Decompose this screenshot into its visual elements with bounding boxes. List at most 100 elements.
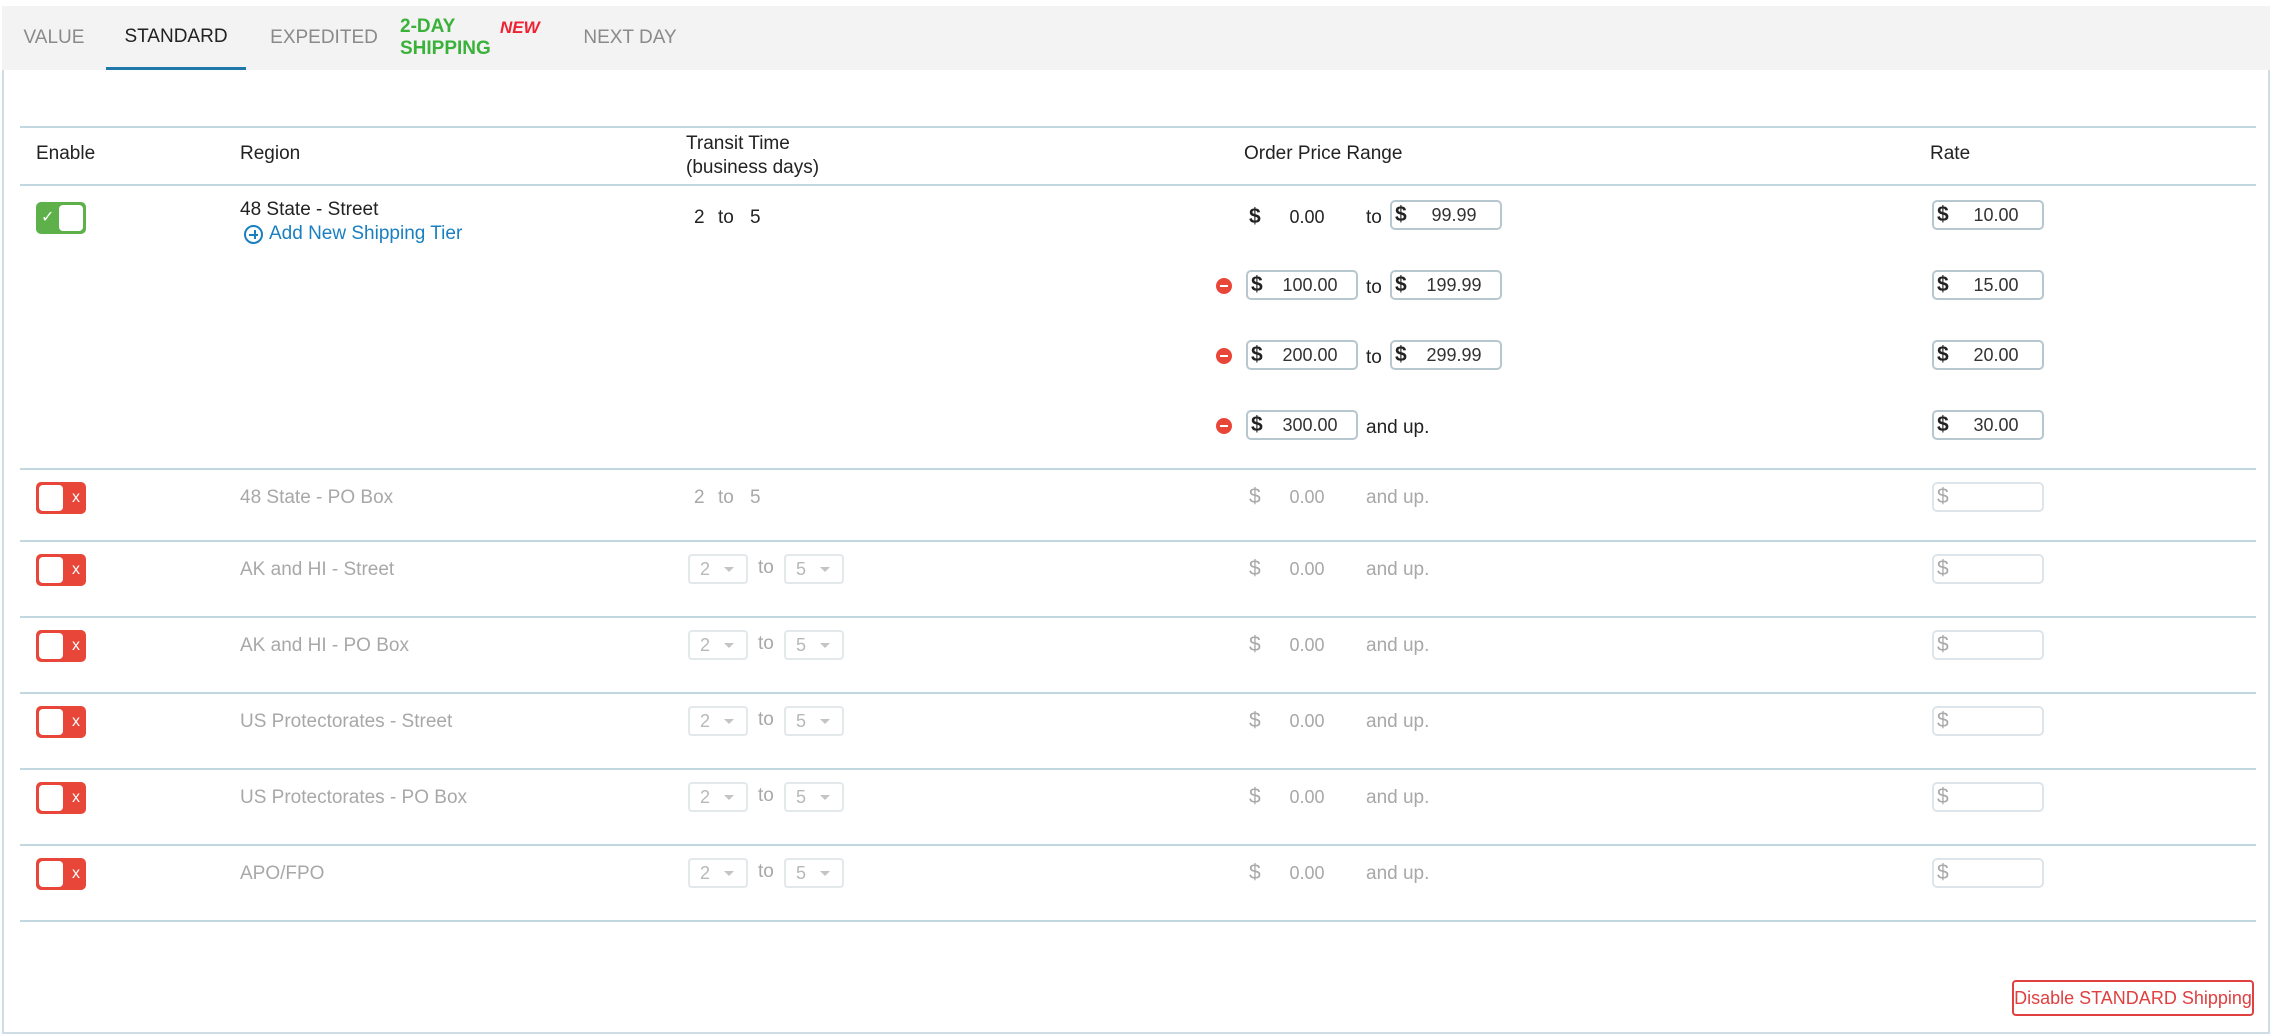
chevron-down-icon bbox=[724, 719, 734, 724]
price-min-value: 0.00 bbox=[1289, 207, 1325, 227]
new-badge: NEW bbox=[500, 18, 540, 37]
transit-min-value: 2 bbox=[700, 635, 711, 655]
row-divider bbox=[20, 692, 2256, 694]
price-min-value: 0.00 bbox=[1289, 487, 1325, 507]
rate-input[interactable]: $ bbox=[1932, 482, 2044, 512]
transit-to: to bbox=[758, 633, 774, 654]
transit-min-select[interactable]: 2 bbox=[688, 782, 748, 812]
transit-max-value: 5 bbox=[796, 711, 807, 731]
rate-input[interactable]: $ 15.00 bbox=[1932, 270, 2044, 300]
tab-expedited[interactable]: EXPEDITED bbox=[252, 6, 396, 70]
region-name: 48 State - Street bbox=[240, 199, 379, 220]
enable-toggle[interactable]: x bbox=[36, 482, 86, 514]
price-min-value: 0.00 bbox=[1289, 863, 1325, 883]
transit-min-select[interactable]: 2 bbox=[688, 858, 748, 888]
price-min-value: 0.00 bbox=[1289, 711, 1325, 731]
price-min-input[interactable]: $ 300.00 bbox=[1246, 410, 1358, 440]
x-icon: x bbox=[72, 489, 80, 506]
tab-next-day[interactable]: NEXT DAY bbox=[572, 6, 688, 70]
column-header-transit: Transit Time (business days) bbox=[686, 132, 819, 180]
tab-2-day-shipping[interactable]: 2-DAY SHIPPING bbox=[400, 6, 550, 70]
transit-max: 5 bbox=[750, 207, 761, 228]
price-min-readonly: $ 0.00 bbox=[1244, 554, 1354, 584]
transit-header-line1: Transit Time bbox=[686, 133, 790, 154]
tab-standard[interactable]: STANDARD bbox=[106, 6, 246, 70]
enable-toggle[interactable]: x bbox=[36, 858, 86, 890]
chevron-down-icon bbox=[820, 567, 830, 572]
rate-input[interactable]: $ bbox=[1932, 858, 2044, 888]
toggle-knob bbox=[39, 633, 63, 659]
price-max-value: 199.99 bbox=[1426, 275, 1482, 295]
transit-max-value: 5 bbox=[796, 863, 807, 883]
check-icon: ✓ bbox=[41, 209, 55, 226]
price-max-input[interactable]: $ 99.99 bbox=[1390, 200, 1502, 230]
rate-input[interactable]: $ 30.00 bbox=[1932, 410, 2044, 440]
transit-min-select[interactable]: 2 bbox=[688, 554, 748, 584]
transit-max-select[interactable]: 5 bbox=[784, 782, 844, 812]
remove-tier-button[interactable] bbox=[1216, 278, 1232, 294]
transit-max-select[interactable]: 5 bbox=[784, 858, 844, 888]
region-name: US Protectorates - PO Box bbox=[240, 787, 468, 808]
price-min-input[interactable]: $ 100.00 bbox=[1246, 270, 1358, 300]
currency-symbol: $ bbox=[1937, 709, 1949, 732]
row-divider bbox=[20, 468, 2256, 470]
rate-input[interactable]: $ bbox=[1932, 706, 2044, 736]
row-divider bbox=[20, 768, 2256, 770]
enable-toggle[interactable]: ✓ bbox=[36, 202, 86, 234]
table-top-border bbox=[20, 126, 2256, 128]
transit-min: 2 bbox=[694, 207, 705, 228]
rate-input[interactable]: $ bbox=[1932, 554, 2044, 584]
price-min-value: 0.00 bbox=[1289, 559, 1325, 579]
enable-toggle[interactable]: x bbox=[36, 782, 86, 814]
x-icon: x bbox=[72, 561, 80, 578]
chevron-down-icon bbox=[820, 643, 830, 648]
remove-tier-button[interactable] bbox=[1216, 348, 1232, 364]
range-to: to bbox=[1366, 207, 1382, 228]
rate-input[interactable]: $ bbox=[1932, 630, 2044, 660]
transit-max-value: 5 bbox=[796, 559, 807, 579]
transit-to: to bbox=[758, 709, 774, 730]
remove-tier-button[interactable] bbox=[1216, 418, 1232, 434]
price-max-input[interactable]: $ 299.99 bbox=[1390, 340, 1502, 370]
rate-input[interactable]: $ 10.00 bbox=[1932, 200, 2044, 230]
enable-toggle[interactable]: x bbox=[36, 554, 86, 586]
enable-toggle[interactable]: x bbox=[36, 706, 86, 738]
transit-max-select[interactable]: 5 bbox=[784, 554, 844, 584]
transit-to: to bbox=[758, 861, 774, 882]
price-min-value: 100.00 bbox=[1282, 275, 1338, 295]
column-header-rate: Rate bbox=[1930, 143, 1971, 164]
price-max-input[interactable]: $ 199.99 bbox=[1390, 270, 1502, 300]
transit-max-select[interactable]: 5 bbox=[784, 630, 844, 660]
toggle-knob bbox=[39, 709, 63, 735]
tab-value[interactable]: VALUE bbox=[8, 6, 100, 70]
rate-input[interactable]: $ bbox=[1932, 782, 2044, 812]
price-min-value: 300.00 bbox=[1282, 415, 1338, 435]
transit-max-select[interactable]: 5 bbox=[784, 706, 844, 736]
rate-value: 15.00 bbox=[1973, 275, 2019, 295]
currency-symbol: $ bbox=[1937, 557, 1949, 580]
disable-standard-shipping-button[interactable]: Disable STANDARD Shipping bbox=[2012, 980, 2254, 1016]
price-min-readonly: $ 0.00 bbox=[1244, 858, 1354, 888]
transit-min-value: 2 bbox=[700, 711, 711, 731]
transit-to: to bbox=[718, 487, 734, 508]
enable-toggle[interactable]: x bbox=[36, 630, 86, 662]
price-min-input[interactable]: $ 200.00 bbox=[1246, 340, 1358, 370]
rate-input[interactable]: $ 20.00 bbox=[1932, 340, 2044, 370]
price-min-value: 0.00 bbox=[1289, 635, 1325, 655]
region-name: AK and HI - Street bbox=[240, 559, 395, 580]
price-max-value: 299.99 bbox=[1426, 345, 1482, 365]
currency-symbol: $ bbox=[1937, 861, 1949, 884]
toggle-knob bbox=[39, 861, 63, 887]
currency-symbol: $ bbox=[1937, 485, 1949, 508]
transit-header-line2: (business days) bbox=[686, 157, 820, 178]
chevron-down-icon bbox=[724, 871, 734, 876]
transit-min-select[interactable]: 2 bbox=[688, 706, 748, 736]
transit-min-value: 2 bbox=[700, 559, 711, 579]
add-new-shipping-tier-link[interactable]: Add New Shipping Tier bbox=[244, 222, 462, 246]
price-min-readonly: $ 0.00 bbox=[1244, 782, 1354, 812]
transit-to: to bbox=[758, 557, 774, 578]
column-header-order-price: Order Price Range bbox=[1244, 143, 1403, 164]
rate-value: 30.00 bbox=[1973, 415, 2019, 435]
transit-min-select[interactable]: 2 bbox=[688, 630, 748, 660]
header-bottom-border bbox=[20, 184, 2256, 186]
